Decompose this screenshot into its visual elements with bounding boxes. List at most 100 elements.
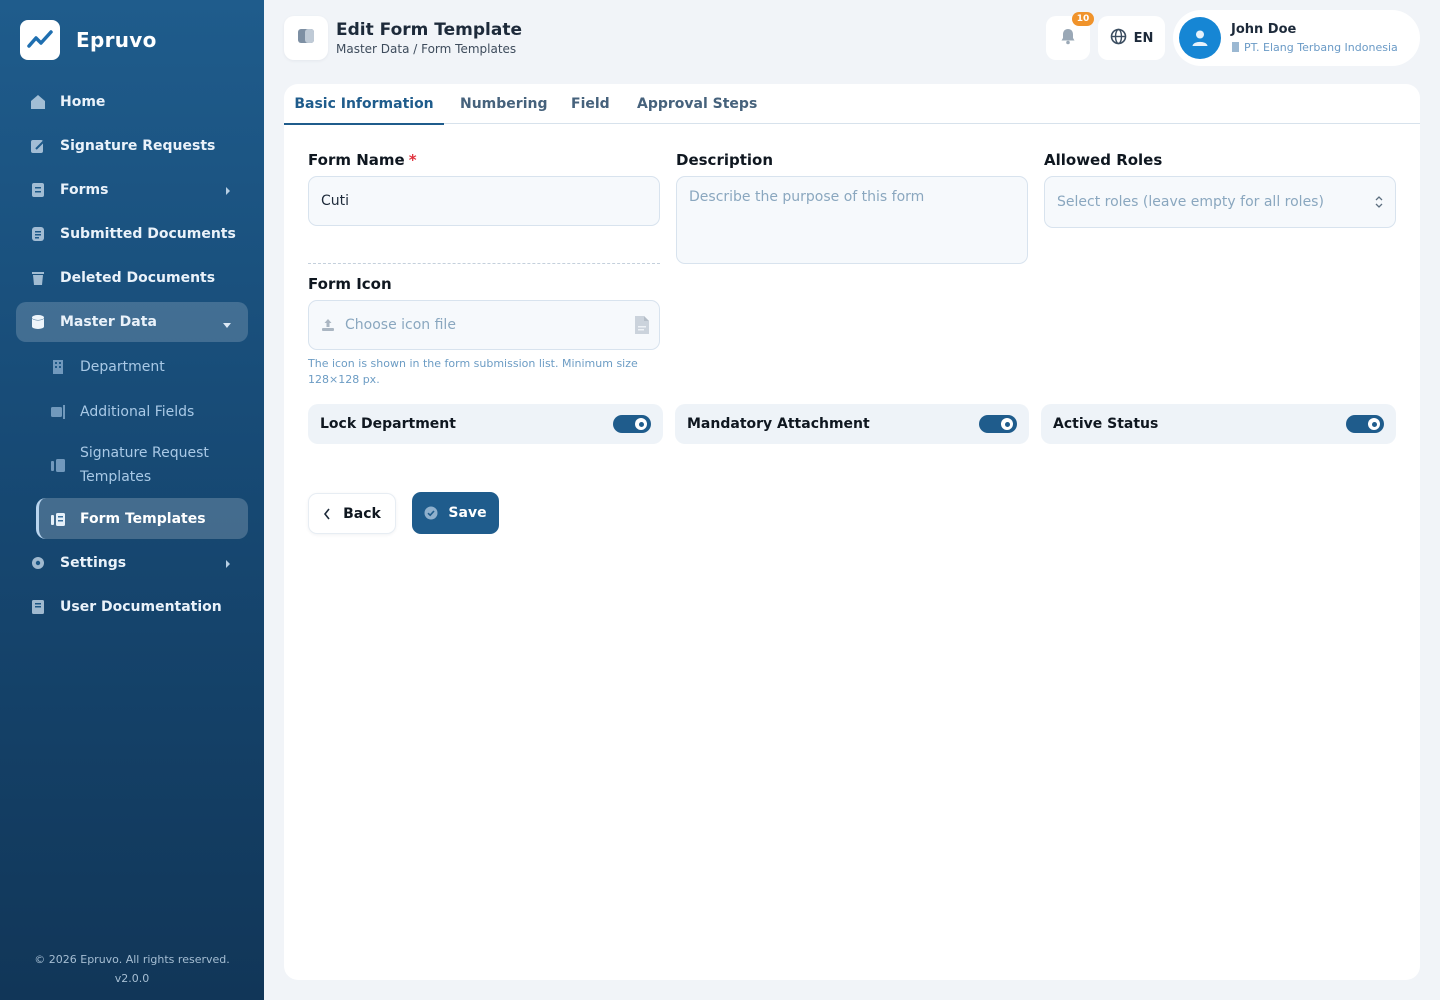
user-name: John Doe [1231,21,1297,37]
sidebar-item-label: Additional Fields [80,403,195,420]
sidebar-item-department[interactable]: Department [36,346,248,387]
allowed-roles-select[interactable]: Select roles (leave empty for all roles) [1044,176,1396,228]
sidebar-item-forms[interactable]: Forms [16,170,248,210]
sidebar-item-additional-fields[interactable]: Additional Fields [36,391,248,432]
sidebar-item-master-data[interactable]: Master Data [16,302,248,342]
sidebar-item-label: Signature Requests [60,138,216,154]
sidebar-item-signature-request-templates[interactable]: Signature Request Templates [36,436,248,494]
tab-field[interactable]: Field [571,84,610,124]
version-text: v2.0.0 [114,972,150,985]
form-icon-placeholder: Choose icon file [345,317,456,333]
breadcrumb: Master Data / Form Templates [336,42,517,56]
form-name-label: Form Name * [308,151,417,169]
file-icon [633,315,651,335]
sidebar-item-label: Settings [60,555,127,571]
forms-icon [30,182,46,198]
template-icon [50,511,66,527]
back-button[interactable]: Back [308,493,396,534]
form-icon-file-input[interactable]: Choose icon file [308,300,660,350]
chevron-right-icon [224,557,232,573]
sidebar-item-signature-requests[interactable]: Signature Requests [16,126,248,166]
save-button[interactable]: Save [412,492,499,534]
sidebar-item-label: Form Templates [80,510,206,527]
sidebar-item-form-templates[interactable]: Form Templates [36,498,248,539]
fields-icon [50,404,66,420]
back-button-label: Back [343,505,381,522]
mandatory-attachment-toggle-row: Mandatory Attachment [675,404,1029,444]
active-status-label: Active Status [1053,416,1159,432]
mandatory-attachment-label: Mandatory Attachment [687,416,870,432]
allowed-roles-label: Allowed Roles [1044,151,1163,169]
book-icon [30,599,46,615]
active-status-toggle-row: Active Status [1041,404,1396,444]
form-card: Basic Information Numbering Field Approv… [284,84,1420,980]
sidebar-item-user-documentation[interactable]: User Documentation [16,587,248,627]
form-name-label-text: Form Name [308,151,405,169]
switch-knob [1001,418,1013,430]
switch-knob [635,418,647,430]
sidebar-item-submitted-documents[interactable]: Submitted Documents [16,214,248,254]
sidebar: Epruvo Home Signature Requests Forms Sub… [0,0,264,1000]
page-title: Edit Form Template [336,20,522,40]
form-name-input[interactable]: Cuti [308,176,660,226]
sidebar-item-label: Master Data [60,314,157,330]
sidebar-toggle-icon [297,28,315,48]
notification-count-badge: 10 [1072,12,1094,26]
document-icon [30,226,46,242]
notifications-button[interactable]: 10 [1046,12,1094,60]
check-circle-icon [424,506,438,520]
lock-department-switch[interactable] [613,415,651,433]
lock-department-toggle-row: Lock Department [308,404,663,444]
description-placeholder: Describe the purpose of this form [689,189,925,205]
sidebar-toggle-button[interactable] [284,16,328,60]
active-status-switch[interactable] [1346,415,1384,433]
upload-icon [321,318,335,332]
chevron-right-icon [224,184,232,200]
description-label: Description [676,151,774,169]
trash-icon [30,270,46,286]
language-switcher[interactable]: EN [1098,16,1165,60]
master-data-submenu: Department Additional Fields Signature R… [16,346,248,539]
form-name-value: Cuti [321,193,350,209]
database-icon [30,314,46,330]
save-button-label: Save [448,505,487,521]
user-profile-menu[interactable]: John Doe PT. Elang Terbang Indonesia [1173,10,1420,66]
sidebar-item-label: Home [60,94,106,110]
sidebar-item-settings[interactable]: Settings [16,543,248,583]
chevron-down-icon [222,318,232,334]
home-icon [30,94,46,110]
tab-basic-information[interactable]: Basic Information [284,84,444,125]
sidebar-item-label: Department [80,358,165,375]
tab-numbering[interactable]: Numbering [460,84,547,124]
form-icon-hint: The icon is shown in the form submission… [308,357,638,386]
building-icon [1231,41,1244,55]
template-icon [50,457,66,473]
required-marker: * [408,151,417,169]
user-company-label: PT. Elang Terbang Indonesia [1244,41,1398,54]
form-icon-label: Form Icon [308,275,392,293]
language-label: EN [1133,30,1154,46]
chart-line-icon [20,20,60,60]
allowed-roles-placeholder: Select roles (leave empty for all roles) [1057,194,1324,210]
sidebar-item-label: User Documentation [60,599,222,615]
tab-approval-steps[interactable]: Approval Steps [637,84,757,124]
mandatory-attachment-switch[interactable] [979,415,1017,433]
user-info: John Doe PT. Elang Terbang Indonesia [1231,22,1398,55]
sidebar-item-label: Deleted Documents [60,270,216,286]
brand-name: Epruvo [76,28,157,52]
tab-bar: Basic Information Numbering Field Approv… [284,84,1420,125]
sidebar-item-home[interactable]: Home [16,82,248,122]
signature-icon [30,138,46,154]
copyright-text: © 2026 Epruvo. All rights reserved. [34,953,230,966]
sidebar-nav: Home Signature Requests Forms Submitted … [16,82,248,631]
sidebar-item-label: Forms [60,182,109,198]
description-textarea[interactable]: Describe the purpose of this form [676,176,1028,264]
brand[interactable]: Epruvo [20,20,157,60]
sidebar-item-deleted-documents[interactable]: Deleted Documents [16,258,248,298]
gear-icon [30,555,46,571]
avatar [1179,17,1221,59]
building-icon [50,359,66,375]
sidebar-item-label: Signature Request Templates [80,445,209,485]
user-company: PT. Elang Terbang Indonesia [1231,41,1398,55]
chevron-up-down-icon [1375,195,1383,213]
